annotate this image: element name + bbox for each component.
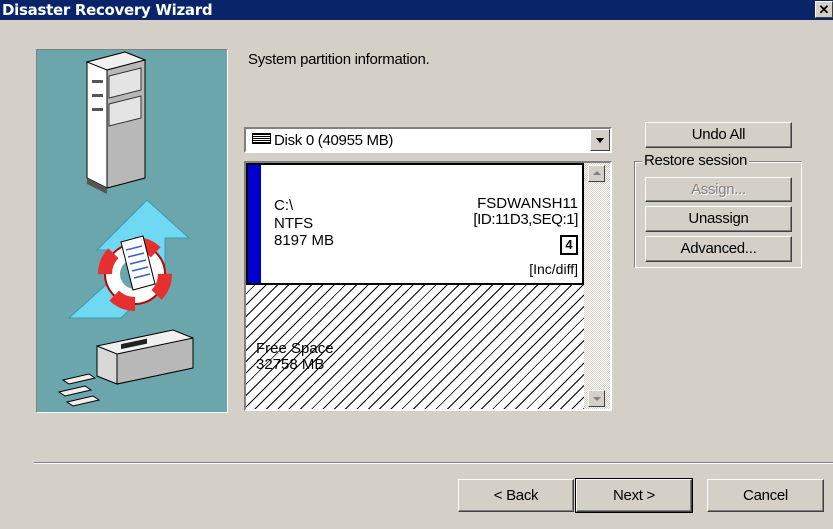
disk-drive-icon <box>96 329 194 385</box>
free-space-item[interactable]: Free Space 32758 MB <box>246 285 584 409</box>
dropdown-arrow-button[interactable] <box>590 129 610 151</box>
partition-drive: C:\ <box>274 197 294 214</box>
title-bar: Disaster Recovery Wizard ✕ <box>0 0 833 20</box>
scroll-up-button[interactable] <box>588 165 605 182</box>
partition-filesystem: NTFS <box>274 215 314 232</box>
restore-session-label: Restore session <box>642 152 750 169</box>
session-id: [ID:11D3,SEQ:1] <box>473 211 578 228</box>
backup-type: [Inc/diff] <box>529 261 578 277</box>
disk-select[interactable]: Disk 0 (40955 MB) <box>244 127 612 153</box>
page-heading: System partition information. <box>248 51 430 68</box>
disk-icon <box>252 133 271 144</box>
server-icon <box>85 51 147 194</box>
back-button[interactable]: < Back <box>458 479 574 512</box>
tape-cartridge-icon <box>57 373 101 407</box>
session-label: FSDWANSH11 <box>477 195 578 212</box>
arrow-down-icon <box>593 397 601 401</box>
wizard-illustration <box>36 49 228 413</box>
undo-all-button[interactable]: Undo All <box>645 122 792 148</box>
window-title: Disaster Recovery Wizard <box>2 1 213 19</box>
cancel-button[interactable]: Cancel <box>707 479 824 512</box>
free-space-size: 32758 MB <box>256 356 325 373</box>
chevron-down-icon <box>596 138 604 143</box>
arrow-up-icon <box>593 171 601 175</box>
free-space-label: Free Space <box>256 340 334 357</box>
advanced-button[interactable]: Advanced... <box>645 236 792 262</box>
assign-button[interactable]: Assign... <box>645 177 792 202</box>
session-count-badge: 4 <box>560 235 578 255</box>
vertical-scrollbar[interactable] <box>584 163 610 409</box>
disk-select-value: Disk 0 (40955 MB) <box>274 132 394 149</box>
partition-color-bar <box>248 165 261 283</box>
scroll-down-button[interactable] <box>588 390 605 407</box>
partition-size: 8197 MB <box>274 232 335 249</box>
partition-item[interactable]: C:\ NTFS 8197 MB FSDWANSH11 [ID:11D3,SEQ… <box>246 163 584 285</box>
close-icon[interactable]: ✕ <box>815 1 833 18</box>
next-button[interactable]: Next > <box>575 478 693 513</box>
separator <box>34 462 833 464</box>
unassign-button[interactable]: Unassign <box>645 206 792 232</box>
partition-list[interactable]: C:\ NTFS 8197 MB FSDWANSH11 [ID:11D3,SEQ… <box>244 161 612 411</box>
